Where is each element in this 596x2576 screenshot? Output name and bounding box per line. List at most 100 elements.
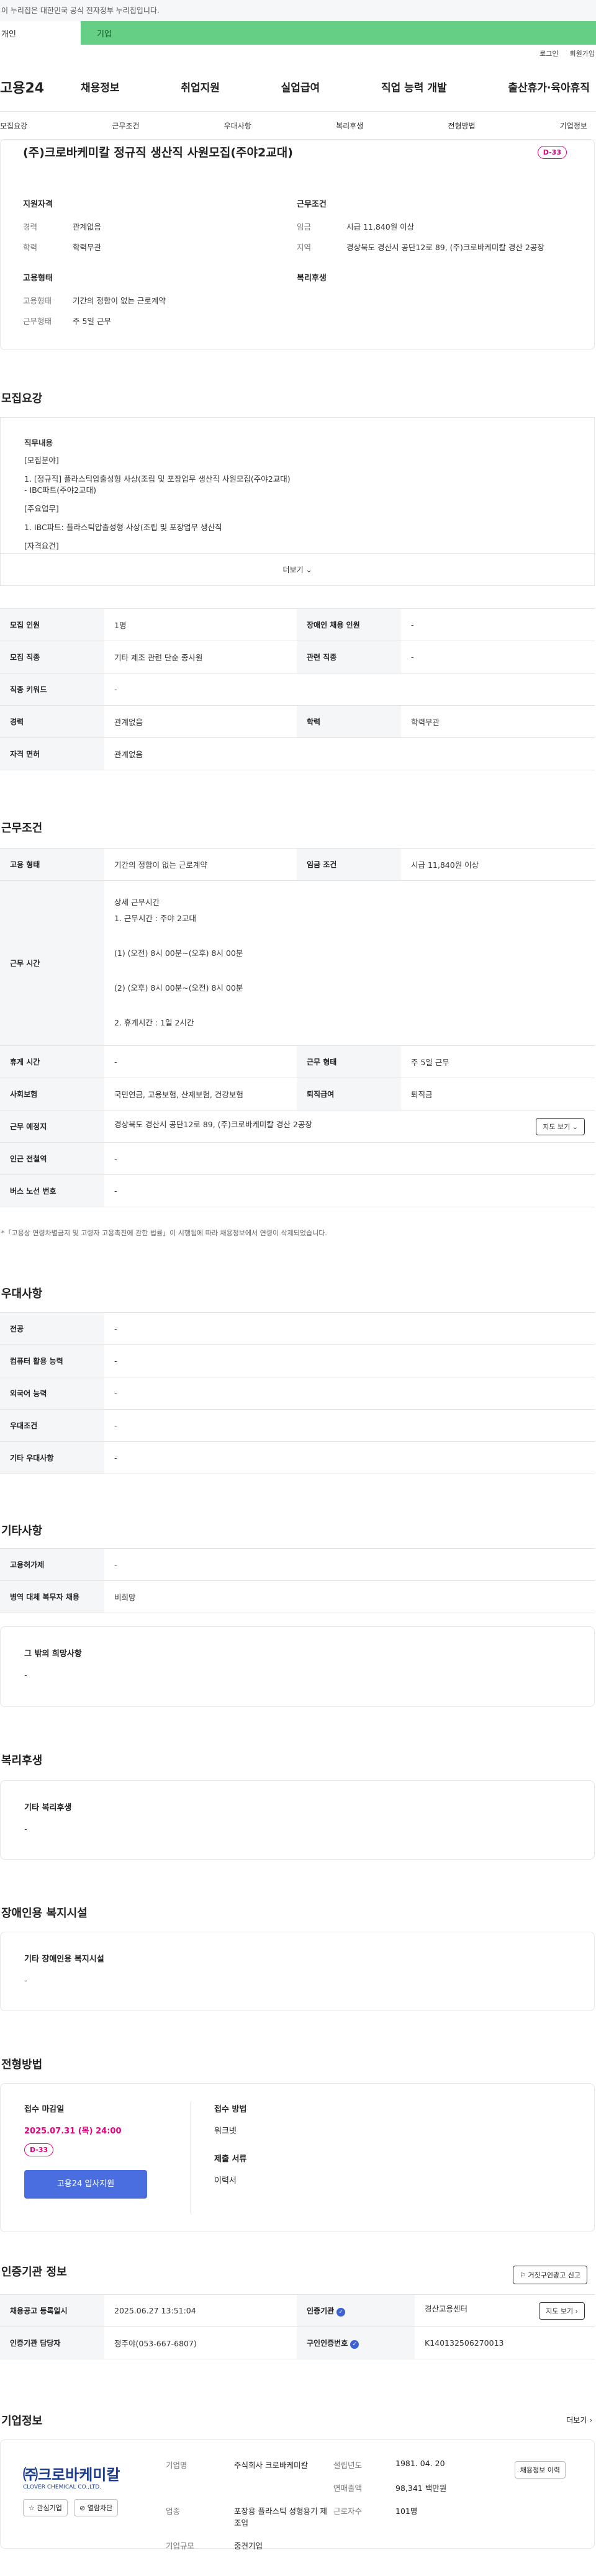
report-button[interactable]: ⚐ 거짓구인광고 신고: [513, 2266, 587, 2284]
table-row: 고용허가제 -: [0, 1548, 595, 1581]
table-row: 컴퓨터 활용 능력 -: [0, 1344, 595, 1377]
table-row: 모집 인원 1명 장애인 채용 인원 -: [0, 608, 595, 641]
info-icon[interactable]: ✓: [336, 2307, 346, 2317]
anchor-preference[interactable]: 우대사항: [224, 120, 251, 131]
member-tabs: 개인 기업: [0, 21, 596, 45]
menu-jobs[interactable]: 채용정보: [81, 79, 120, 94]
td: 관계없음: [104, 705, 297, 738]
td: 학력무관: [401, 705, 595, 738]
cert-table: 채용공고 등록일시 2025.06.27 13:51:04 인증기관 ✓ 경산고용센터 지…: [0, 2294, 595, 2359]
menu-employment-support[interactable]: 취업지원: [181, 79, 220, 94]
td: 퇴직금: [401, 1078, 595, 1110]
anchor-company[interactable]: 기업정보: [560, 120, 587, 131]
table-row: 버스 노선 번호 -: [0, 1174, 595, 1207]
map-button[interactable]: 지도 보기 ›: [539, 2302, 585, 2320]
value: 시급 11,840원 이상: [346, 222, 415, 232]
preference-title: 우대사항: [1, 1287, 43, 1300]
table-row: 병역 대체 복무자 채용 비희망: [0, 1580, 595, 1613]
th: 채용공고 등록일시: [0, 2294, 104, 2327]
global-nav: 고용24 채용정보 취업지원 실업급여 직업 능력 개발 출산휴가·육아휴직: [0, 62, 596, 112]
work-title: 근무조건: [1, 822, 43, 835]
th: 외국어 능력: [0, 1377, 104, 1410]
td: 상세 근무시간 1. 근무시간 : 주야 2교대 (1) (오전) 8시 00분…: [104, 880, 595, 1046]
map-button[interactable]: 지도 보기 ⌄: [536, 1117, 585, 1135]
more-label: 더보기: [282, 565, 304, 574]
company-more-link[interactable]: 더보기 ›: [566, 2415, 592, 2425]
recruit-table: 모집 인원 1명 장애인 채용 인원 - 모집 직종 기타 제조 관련 단순 종사원 관련…: [0, 608, 595, 770]
th: 직종 키워드: [0, 673, 104, 706]
welfare-box-value: -: [24, 1825, 27, 1834]
info-icon[interactable]: ✓: [350, 2340, 359, 2349]
td: 비희망: [104, 1580, 595, 1613]
jobs-history-button[interactable]: 채용정보 이력: [514, 2461, 566, 2479]
label: 임금: [297, 222, 312, 232]
anchor-recruit[interactable]: 모집요강: [0, 120, 27, 131]
label: 근무형태: [23, 317, 52, 326]
label: 고용형태: [23, 296, 52, 305]
th: 기타 우대사항: [0, 1441, 104, 1474]
employment-heading: 고용형태: [23, 274, 53, 283]
company-more-label: 더보기: [566, 2416, 587, 2425]
value: 중견기업: [234, 2541, 263, 2551]
table-row: 인근 전철역 -: [0, 1142, 595, 1175]
td: 1명: [104, 608, 297, 641]
map-label: 지도 보기: [546, 2307, 574, 2315]
support-heading: 지원자격: [23, 200, 53, 209]
td: -: [104, 673, 595, 706]
menu-leave[interactable]: 출산휴가·육아휴직: [508, 79, 590, 94]
time-line: 상세 근무시간: [114, 898, 160, 907]
td: -: [104, 1377, 595, 1410]
tab-company[interactable]: 기업: [81, 21, 596, 45]
table-row: 고용 형태 기간의 정함이 없는 근로계약 임금 조건 시급 11,840원 이상: [0, 848, 595, 881]
detail-line: - IBC파트(주야2교대): [24, 485, 96, 495]
value: 학력무관: [73, 243, 102, 252]
tab-personal[interactable]: 개인: [0, 21, 81, 45]
td: 정주야(053-667-6807): [104, 2326, 297, 2359]
menu-training[interactable]: 직업 능력 개발: [381, 79, 447, 94]
th: 버스 노선 번호: [0, 1174, 104, 1207]
table-row: 모집 직종 기타 제조 관련 단순 종사원 관련 직종 -: [0, 641, 595, 673]
disabled-box-value: -: [24, 1976, 27, 1986]
th: 우대조건: [0, 1409, 104, 1442]
table-row: 자격 면허 관계없음: [0, 737, 595, 770]
interest-button[interactable]: ☆ 관심기업: [23, 2499, 68, 2516]
th: 컴퓨터 활용 능력: [0, 1344, 104, 1377]
block-button[interactable]: ⊘ 열람차단: [74, 2499, 119, 2516]
preference-table: 전공 - 컴퓨터 활용 능력 - 외국어 능력 - 우대조건 - 기타 우대사항 -: [0, 1312, 595, 1474]
etc-table: 고용허가제 - 병역 대체 복무자 채용 비희망: [0, 1548, 595, 1613]
table-row: 근무 시간 상세 근무시간 1. 근무시간 : 주야 2교대 (1) (오전) …: [0, 880, 595, 1046]
table-row: 인증기관 담당자 정주야(053-667-6807) 구인인증번호 ✓ K1401325…: [0, 2326, 595, 2359]
td: 기간의 정함이 없는 근로계약: [104, 848, 297, 881]
apply-button[interactable]: 고용24 입사지원: [24, 2170, 147, 2199]
site-logo[interactable]: 고용24: [0, 77, 81, 97]
login-link[interactable]: 로그인: [540, 48, 558, 58]
cert-header: 인증기관 정보 ⚐ 거짓구인광고 신고: [0, 2263, 595, 2286]
job-title: (주)크로바케미칼 정규직 생산직 사원모집(주야2교대): [23, 146, 293, 160]
more-button[interactable]: 더보기 ⌄: [1, 553, 594, 585]
menu-unemployment[interactable]: 실업급여: [281, 79, 320, 94]
value: 주식회사 크로바케미칼: [234, 2461, 308, 2470]
td: 관계없음: [104, 737, 595, 770]
anchor-selection[interactable]: 전형방법: [448, 120, 475, 131]
selection-title: 전형방법: [1, 2058, 43, 2071]
report-label: 거짓구인광고 신고: [528, 2271, 580, 2279]
table-row: 사회보험 국민연금, 고용보험, 산재보험, 건강보험 퇴직급여 퇴직금: [0, 1078, 595, 1110]
th: 모집 직종: [0, 641, 104, 673]
td: 경상북도 경산시 공단12로 89, (주)크로바케미칼 경산 2공장 지도 보기…: [104, 1110, 595, 1143]
star-icon: ☆: [29, 2504, 35, 2512]
dday-badge: D-33: [537, 146, 567, 159]
td: -: [104, 1548, 595, 1581]
etc-wish-box: 그 밖의 희망사항 -: [0, 1626, 595, 1707]
detail-line: [모집분야]: [24, 456, 59, 465]
value: 101명: [395, 2506, 418, 2516]
anchor-conditions[interactable]: 근무조건: [112, 120, 139, 131]
join-link[interactable]: 회원가입: [570, 48, 595, 58]
table-row: 우대조건 -: [0, 1409, 595, 1442]
anchor-welfare[interactable]: 복리후생: [336, 120, 363, 131]
label: 연매출액: [333, 2484, 363, 2493]
wish-value: -: [24, 1671, 27, 1680]
th: 모집 인원: [0, 608, 104, 641]
td: 국민연금, 고용보험, 산재보험, 건강보험: [104, 1078, 297, 1110]
value: 관계없음: [73, 222, 102, 232]
recruit-detail-text: 직무내용 [모집분야] 1. [정규직] 플라스틱압출성형 사상(조립 및 포장…: [1, 418, 594, 553]
